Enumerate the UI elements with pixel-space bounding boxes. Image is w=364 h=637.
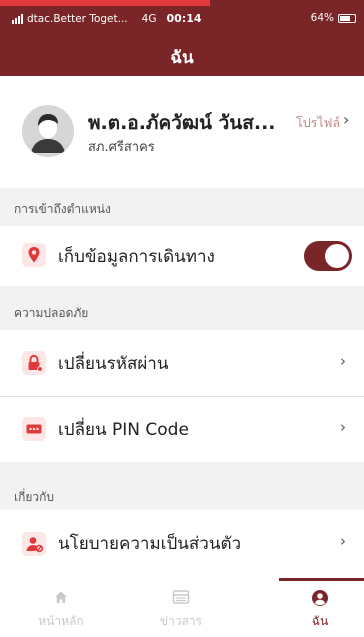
news-icon xyxy=(172,589,190,609)
tab-me[interactable]: ฉัน xyxy=(279,578,361,637)
privacy-policy-row[interactable]: นโยบายความเป็นส่วนตัว › xyxy=(0,510,364,578)
toggle-knob xyxy=(325,244,349,268)
avatar xyxy=(22,105,74,157)
page-title: ฉัน xyxy=(170,48,194,68)
home-icon xyxy=(53,589,69,609)
security-group: เปลี่ยนรหัสผ่าน › เปลี่ยน PIN Code › xyxy=(0,330,364,462)
section-label-about: เกี่ยวกับ xyxy=(14,490,55,504)
lock-icon xyxy=(22,351,46,375)
bottom-tab-bar: หน้าหลัก ข่าวสาร ฉัน xyxy=(0,578,364,637)
header-accent-strip xyxy=(0,0,210,6)
change-password-label: เปลี่ยนรหัสผ่าน xyxy=(58,354,169,374)
status-bar: dtac.Better Toget... 4G 00:14 64% xyxy=(0,10,364,28)
signal-icon xyxy=(12,13,23,24)
tab-home-label: หน้าหลัก xyxy=(38,614,84,628)
battery-percent: 64% xyxy=(310,12,334,24)
pin-code-icon xyxy=(22,417,46,441)
app-header: dtac.Better Toget... 4G 00:14 64% ฉัน xyxy=(0,0,364,76)
chevron-right-icon: › xyxy=(340,532,346,550)
carrier-name: dtac.Better Toget... xyxy=(27,12,128,25)
change-pin-label: เปลี่ยน PIN Code xyxy=(58,420,189,440)
tab-me-label: ฉัน xyxy=(311,614,329,628)
chevron-right-icon: › xyxy=(340,418,346,436)
section-label-security: ความปลอดภัย xyxy=(14,306,89,320)
chevron-right-icon: › xyxy=(340,352,346,370)
tab-news[interactable]: ข่าวสาร xyxy=(140,578,222,637)
change-password-row[interactable]: เปลี่ยนรหัสผ่าน › xyxy=(0,330,364,396)
status-time: 00:14 xyxy=(166,12,202,25)
tab-home[interactable]: หน้าหลัก xyxy=(20,578,102,637)
profile-card[interactable]: พ.ต.อ.ภัควัฒน์ วันส... สภ.ศรีสาคร โปรไฟล… xyxy=(0,76,364,188)
battery-icon xyxy=(338,13,356,23)
location-pin-icon xyxy=(22,243,46,267)
tab-news-label: ข่าวสาร xyxy=(159,614,203,628)
change-pin-row[interactable]: เปลี่ยน PIN Code › xyxy=(0,397,364,462)
location-tracking-row: เก็บข้อมูลการเดินทาง xyxy=(0,226,364,286)
location-tracking-toggle[interactable] xyxy=(304,241,352,271)
profile-name: พ.ต.อ.ภัควัฒน์ วันส... xyxy=(88,112,276,134)
location-tracking-label: เก็บข้อมูลการเดินทาง xyxy=(58,247,215,267)
profile-link[interactable]: โปรไฟล์ xyxy=(296,113,340,133)
chevron-right-icon: › xyxy=(343,110,350,129)
section-label-location: การเข้าถึงตำแหน่ง xyxy=(14,202,111,216)
user-circle-icon xyxy=(311,589,329,611)
privacy-policy-label: นโยบายความเป็นส่วนตัว xyxy=(58,534,242,554)
network-type: 4G xyxy=(141,12,157,25)
profile-station: สภ.ศรีสาคร xyxy=(88,140,155,155)
privacy-policy-icon xyxy=(22,532,46,556)
user-avatar-icon xyxy=(22,105,74,157)
